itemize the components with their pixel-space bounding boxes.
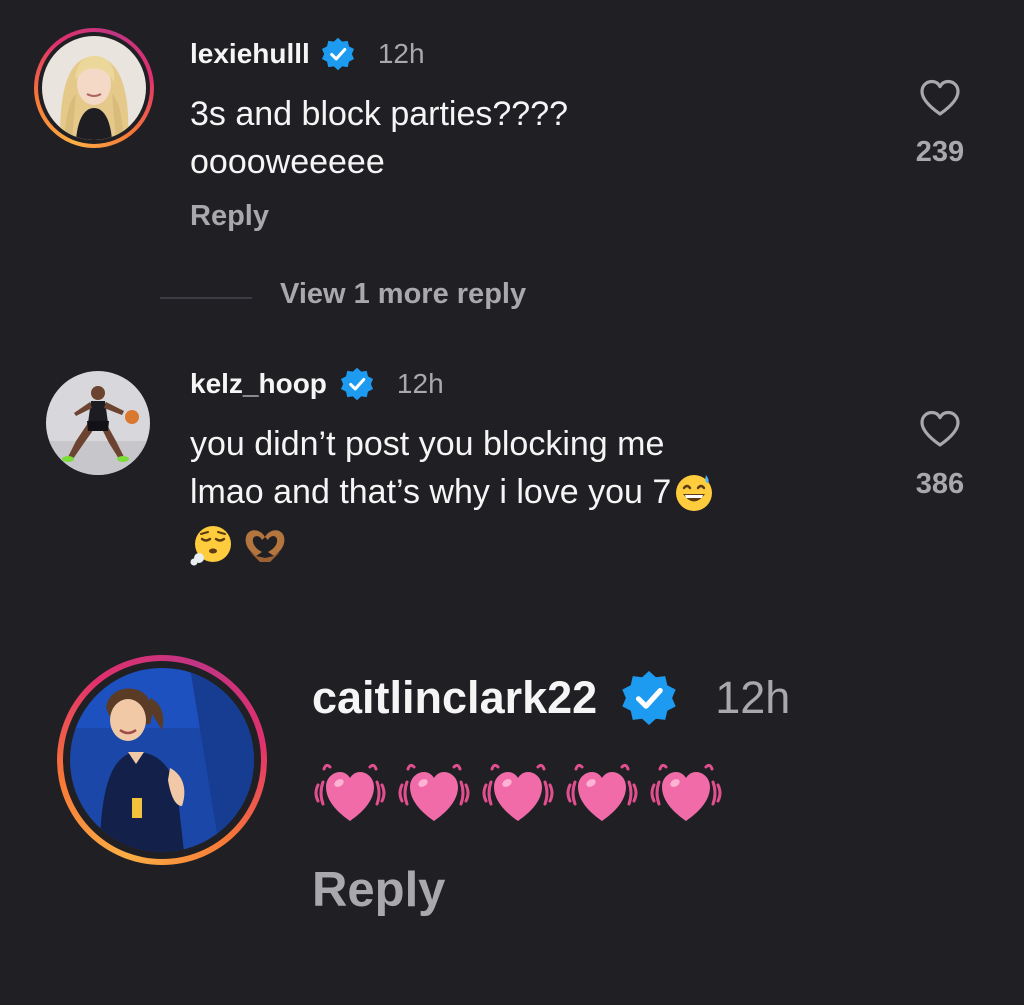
avatar[interactable] [46,371,150,475]
reply-button[interactable]: Reply [312,862,445,918]
avatar [70,668,254,852]
avatar-photo-kelz-hoop [46,371,150,475]
beating-heart-emoji [396,755,472,831]
like-heart-icon[interactable] [918,409,962,449]
like-count: 386 [915,468,965,500]
verified-badge-icon [619,668,679,728]
comment-username[interactable]: caitlinclark22 [312,672,597,724]
comment-text-line: lmao and that’s why i love you 7 [190,473,672,512]
avatar [42,36,146,140]
verified-badge-icon [320,36,356,72]
exhaling-emoji [190,519,236,566]
avatar-photo-caitlinclark22 [70,668,254,852]
comment-timestamp: 12h [396,368,444,399]
comment-body: 3s and block parties???? ooooweeeee [190,90,568,187]
heart-hands-emoji [240,519,290,565]
avatar-story-ring[interactable] [57,655,267,865]
beating-heart-emoji [480,755,556,831]
grinning-sweat-emoji [673,471,715,513]
beating-heart-emoji [648,755,724,831]
comment-timestamp: 12h [715,672,791,723]
like-count: 239 [915,136,965,168]
view-more-replies-button[interactable]: View 1 more reply [280,278,526,311]
beating-heart-emoji [312,755,388,831]
divider-line [160,297,252,299]
like-heart-icon[interactable] [918,78,962,118]
comment-body [312,755,724,831]
avatar-photo-lexiehulll [42,36,146,140]
comment-username[interactable]: lexiehulll [190,38,310,70]
comment-timestamp: 12h [377,38,425,69]
comment-body: you didn’t post you blocking me lmao and… [190,420,715,566]
comment-text-line: ooooweeeee [190,143,385,182]
reply-button[interactable]: Reply [190,200,269,233]
comment-text-line: 3s and block parties???? [190,95,569,133]
avatar-story-ring[interactable] [34,28,154,148]
comment-username[interactable]: kelz_hoop [190,368,327,400]
beating-heart-emoji [564,755,640,831]
verified-badge-icon [339,366,375,402]
comment-text-line: you didn’t post you blocking me [190,425,665,463]
